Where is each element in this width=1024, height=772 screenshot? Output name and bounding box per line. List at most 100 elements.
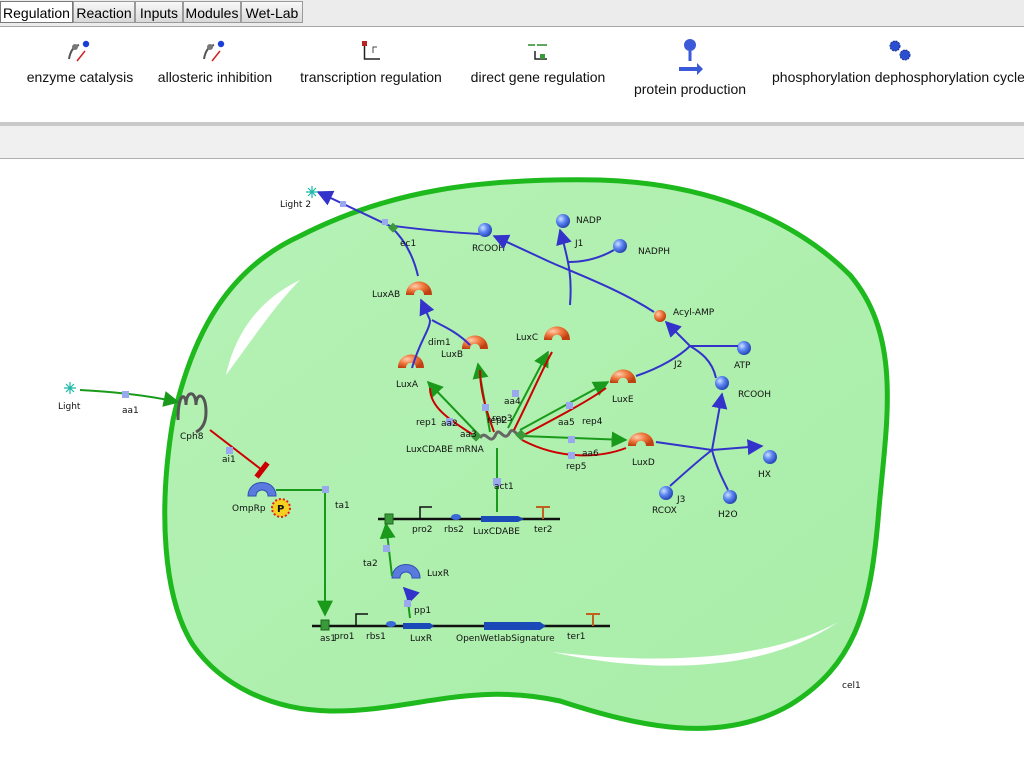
j2-label: J2 (673, 360, 682, 370)
rcooh2-label: RCOOH (738, 390, 771, 400)
aa1-label: aa1 (122, 406, 139, 416)
tab-bar: Regulation Reaction Inputs Modules Wet-L… (0, 0, 1024, 27)
luxb-label: LuxB (441, 350, 463, 360)
ec1-label: ec1 (400, 239, 416, 249)
pro1-label: pro1 (334, 632, 354, 642)
light-label: Light (58, 402, 81, 412)
pp1-node[interactable] (404, 600, 411, 607)
luxcdabe-gene[interactable] (481, 516, 524, 522)
transcription-regulation-icon (362, 41, 380, 60)
ter2-label: ter2 (534, 525, 553, 535)
ompr-label: OmpRp (232, 504, 266, 514)
rcooh2-molecule[interactable] (715, 376, 729, 390)
ta1-node[interactable] (322, 486, 329, 493)
transcription-regulation-label: transcription regulation (300, 69, 442, 85)
hx-label: HX (758, 470, 771, 480)
rcooh1-molecule[interactable] (478, 223, 492, 237)
tool-palette: enzyme catalysis allosteric inhibition t… (0, 27, 1024, 123)
luxab-label: LuxAB (372, 290, 400, 300)
direct-gene-regulation-button[interactable]: direct gene regulation (466, 37, 610, 87)
rep5-label: rep5 (566, 462, 586, 472)
pro2-label: pro2 (412, 525, 432, 535)
nadph-molecule[interactable] (613, 239, 627, 253)
protein-production-button[interactable]: protein production (628, 37, 752, 101)
nadph-label: NADPH (638, 247, 670, 257)
aa3-label: aa3 (460, 430, 477, 440)
acylamp-label: Acyl-AMP (673, 308, 715, 318)
rbs2-label: rbs2 (444, 525, 464, 535)
direct-gene-regulation-label: direct gene regulation (470, 69, 606, 85)
h2o-label: H2O (718, 510, 738, 520)
aa2-label: aa2 (441, 419, 458, 429)
rcox-label: RCOX (652, 506, 677, 516)
rep1-label: rep1 (416, 418, 436, 428)
luxe-label: LuxE (612, 395, 634, 405)
atp-molecule[interactable] (737, 341, 751, 355)
openwetlab-gene[interactable] (484, 622, 546, 630)
h2o-molecule[interactable] (723, 490, 737, 504)
light2-label: Light 2 (280, 200, 311, 210)
nadp-molecule[interactable] (556, 214, 570, 228)
tab-modules[interactable]: Modules (183, 1, 241, 23)
luxcdabe-gene-label: LuxCDABE (473, 527, 520, 537)
j1-label: J1 (574, 239, 583, 249)
protein-production-icon (679, 39, 703, 75)
diagram-canvas[interactable]: cel1 Light aa1 Cph8 ai1 P OmpRp ta1 as1 … (0, 159, 1024, 768)
light-node[interactable] (64, 382, 76, 394)
toolbar-strip (0, 126, 1024, 159)
tab-regulation[interactable]: Regulation (0, 1, 73, 23)
rep3-label: rep3 (492, 414, 512, 424)
rbs2-node[interactable] (451, 514, 461, 520)
luxd-label: LuxD (632, 458, 655, 468)
ai1-label: ai1 (222, 455, 236, 465)
phosphorylation-cycle-button[interactable]: phosphorylation dephosphorylation cycle (772, 37, 1024, 87)
phosphorylation-cycle-icon (889, 40, 911, 61)
rbs1-node[interactable] (386, 621, 396, 627)
aa1-node[interactable] (122, 391, 129, 398)
rbs1-label: rbs1 (366, 632, 386, 642)
luxr-gene-label: LuxR (410, 634, 432, 644)
luxa-label: LuxA (396, 380, 419, 390)
pp1-label: pp1 (414, 606, 431, 616)
rcox-molecule[interactable] (659, 486, 673, 500)
phosphorylation-cycle-label: phosphorylation dephosphorylation cycle (772, 69, 1024, 85)
rep4-label: rep4 (582, 417, 603, 427)
luxr-gene[interactable] (403, 623, 434, 629)
upper-operator[interactable] (384, 513, 394, 525)
protein-production-label: protein production (633, 81, 747, 97)
allosteric-inhibition-button[interactable]: allosteric inhibition (155, 37, 275, 87)
rcooh1-label: RCOOH (472, 244, 505, 254)
luxc-label: LuxC (516, 333, 538, 343)
tab-inputs[interactable]: Inputs (135, 1, 183, 23)
tab-wet-lab[interactable]: Wet-Lab (241, 1, 303, 23)
allosteric-inhibition-icon (203, 40, 225, 62)
dim1-label: dim1 (428, 338, 451, 348)
phospho-badge: P (271, 498, 291, 518)
ta1-label: ta1 (335, 501, 350, 511)
as1-node[interactable] (320, 619, 330, 631)
mrna-label: LuxCDABE mRNA (406, 445, 485, 455)
ter1-label: ter1 (567, 632, 586, 642)
enzyme-catalysis-button[interactable]: enzyme catalysis (22, 37, 138, 87)
hx-molecule[interactable] (763, 450, 777, 464)
aa4-label: aa4 (504, 397, 521, 407)
direct-gene-regulation-icon (528, 44, 547, 60)
ta2-label: ta2 (363, 559, 378, 569)
svg-text:P: P (277, 504, 284, 515)
luxr-label: LuxR (427, 569, 449, 579)
tab-reaction[interactable]: Reaction (73, 1, 135, 23)
aa6-label: aa6 (582, 449, 599, 459)
acylamp-molecule[interactable] (654, 310, 666, 322)
cph8-label: Cph8 (180, 432, 204, 442)
nadp-label: NADP (576, 216, 602, 226)
ta2-node[interactable] (383, 545, 390, 552)
enzyme-catalysis-icon (68, 40, 90, 62)
openwetlab-label: OpenWetlabSignature (456, 634, 555, 644)
ai1-node[interactable] (226, 447, 233, 454)
transcription-regulation-button[interactable]: transcription regulation (296, 37, 446, 87)
light2-node[interactable] (306, 186, 318, 198)
allosteric-inhibition-label: allosteric inhibition (157, 69, 273, 85)
enzyme-catalysis-label: enzyme catalysis (26, 69, 134, 85)
atp-label: ATP (734, 361, 751, 371)
act1-label: act1 (494, 482, 514, 492)
